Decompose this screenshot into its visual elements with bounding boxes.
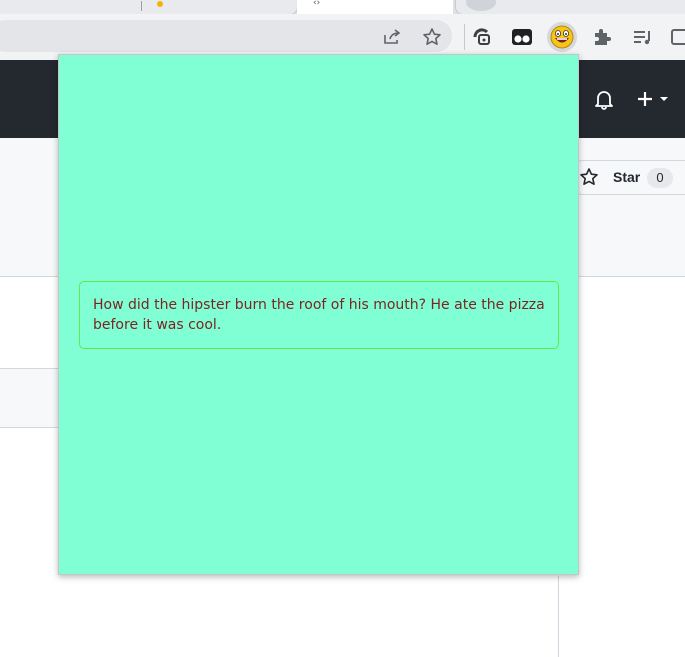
content-border [558, 576, 559, 657]
content-panel [0, 368, 58, 428]
tab-favicon-icon [157, 1, 163, 7]
side-panel-icon[interactable] [668, 25, 685, 49]
tab-separator [141, 1, 142, 11]
browser-tab-current[interactable]: ‹› [297, 0, 453, 14]
joke-text: How did the hipster burn the roof of his… [79, 281, 559, 349]
extensions-puzzle-icon[interactable] [590, 25, 614, 49]
reading-list-icon[interactable] [630, 25, 654, 49]
share-icon[interactable] [380, 25, 404, 49]
extension-popup: How did the hipster burn the roof of his… [58, 54, 579, 575]
toolbar-divider [464, 24, 465, 50]
ext-glasses-icon[interactable] [510, 25, 534, 49]
star-button[interactable]: Star 0 [576, 160, 685, 195]
star-count: 0 [647, 168, 673, 188]
ext-hollow-icon[interactable] [470, 25, 494, 49]
star-icon [577, 165, 601, 189]
bookmark-star-icon[interactable] [420, 25, 444, 49]
browser-tab-next[interactable] [455, 0, 685, 15]
star-label: Star [613, 169, 641, 185]
ext-laughing-emoji-icon[interactable] [547, 22, 577, 52]
browser-tab-previous[interactable] [0, 0, 298, 15]
create-new-plus-icon[interactable] [634, 87, 674, 111]
notifications-bell-icon[interactable] [592, 87, 616, 111]
new-tab-button[interactable] [466, 0, 496, 11]
tab-strip: ‹› [0, 0, 685, 15]
tab-code-icon: ‹› [313, 0, 321, 8]
